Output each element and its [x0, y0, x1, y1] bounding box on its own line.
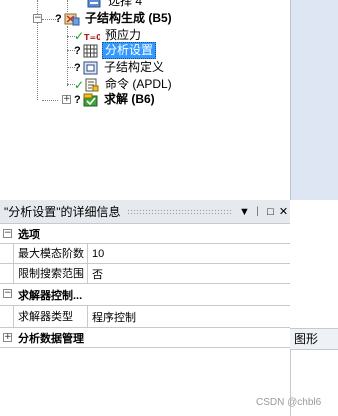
tree-item-label: 子结构生成 (B5): [85, 11, 172, 25]
expand-toggle[interactable]: +: [3, 333, 12, 342]
property-name: 求解器类型: [18, 305, 88, 328]
solution-icon: [83, 93, 99, 107]
property-name: 限制搜索范围: [18, 263, 88, 284]
section-solver-controls[interactable]: − 求解器控制...: [0, 284, 290, 306]
property-row[interactable]: 求解器类型 程序控制: [0, 305, 290, 328]
property-name: 最大模态阶数: [18, 243, 88, 264]
tree-item-substructure-system[interactable]: ? 子结构生成 (B5): [55, 10, 174, 27]
tree-item-label: 命令 (APDL): [105, 77, 172, 91]
close-icon[interactable]: ✕: [277, 205, 290, 218]
tab-graphics[interactable]: 图形: [294, 330, 318, 347]
substructure-system-icon: [64, 12, 80, 26]
outline-tree: 选择 4 − ? 子结构生成 (B5) ✓ T=0 预应力 ? 分析设置 ? 子…: [0, 0, 290, 196]
tree-item-solution[interactable]: ? 求解 (B6): [74, 91, 157, 108]
status-ok-icon: ✓: [74, 28, 85, 43]
status-unknown-icon: ?: [74, 44, 81, 57]
property-row[interactable]: 最大模态阶数 10: [0, 243, 290, 264]
section-label: 选项: [18, 228, 40, 241]
collapse-toggle[interactable]: −: [33, 14, 42, 23]
property-value[interactable]: 程序控制: [92, 309, 136, 325]
tree-item-label: 分析设置: [102, 42, 157, 59]
substructure-definition-icon: [83, 61, 99, 75]
svg-text:T=0: T=0: [84, 33, 100, 42]
section-options[interactable]: − 选项: [0, 224, 290, 244]
selection-icon: [87, 0, 103, 9]
collapse-toggle[interactable]: −: [3, 289, 12, 298]
section-label: 分析数据管理: [18, 332, 84, 345]
status-unknown-icon: ?: [74, 93, 81, 106]
details-panel-header: "分析设置"的详细信息 ▼ ᛁ □ ✕: [0, 200, 290, 224]
tree-item-label: 选择 4: [108, 0, 143, 8]
expand-toggle[interactable]: +: [62, 95, 71, 104]
status-unknown-icon: ?: [74, 61, 81, 74]
maximize-icon[interactable]: □: [264, 206, 277, 218]
tree-item-substructure-definition[interactable]: ? 子结构定义: [74, 59, 166, 76]
tree-item-selection[interactable]: 选择 4: [86, 0, 144, 10]
status-ok-icon: ✓: [74, 77, 85, 92]
drag-grip[interactable]: [126, 208, 232, 215]
details-panel-title: "分析设置"的详细信息: [4, 205, 121, 219]
section-analysis-data-management[interactable]: + 分析数据管理: [0, 328, 290, 348]
property-value[interactable]: 否: [92, 266, 103, 282]
details-grid: − 选项 最大模态阶数 10 限制搜索范围 否 − 求解器控制... 求解器类型…: [0, 224, 290, 348]
tree-item-label: 预应力: [105, 28, 142, 42]
details-panel: "分析设置"的详细信息 ▼ ᛁ □ ✕ − 选项 最大模态阶数 10 限制搜索范…: [0, 200, 290, 416]
tree-item-label: 子结构定义: [104, 60, 165, 74]
prestress-icon: T=0: [84, 29, 102, 43]
tree-item-analysis-settings[interactable]: ? 分析设置: [74, 42, 157, 59]
analysis-settings-icon: [83, 44, 99, 58]
watermark: CSDN @chbl6: [256, 397, 322, 408]
tree-connector: [42, 100, 58, 101]
tree-connector: [67, 26, 68, 86]
scrollbar-track[interactable]: [290, 0, 338, 200]
tree-item-label: 求解 (B6): [104, 92, 155, 106]
property-row[interactable]: 限制搜索范围 否: [0, 263, 290, 284]
status-unknown-icon: ?: [55, 12, 62, 25]
window-position-icon[interactable]: ▼: [238, 206, 251, 218]
apdl-command-icon: [84, 78, 100, 92]
property-value[interactable]: 10: [92, 248, 104, 260]
section-label: 求解器控制...: [18, 289, 83, 302]
collapse-toggle[interactable]: −: [3, 229, 12, 238]
pin-icon[interactable]: ᛁ: [251, 206, 264, 218]
